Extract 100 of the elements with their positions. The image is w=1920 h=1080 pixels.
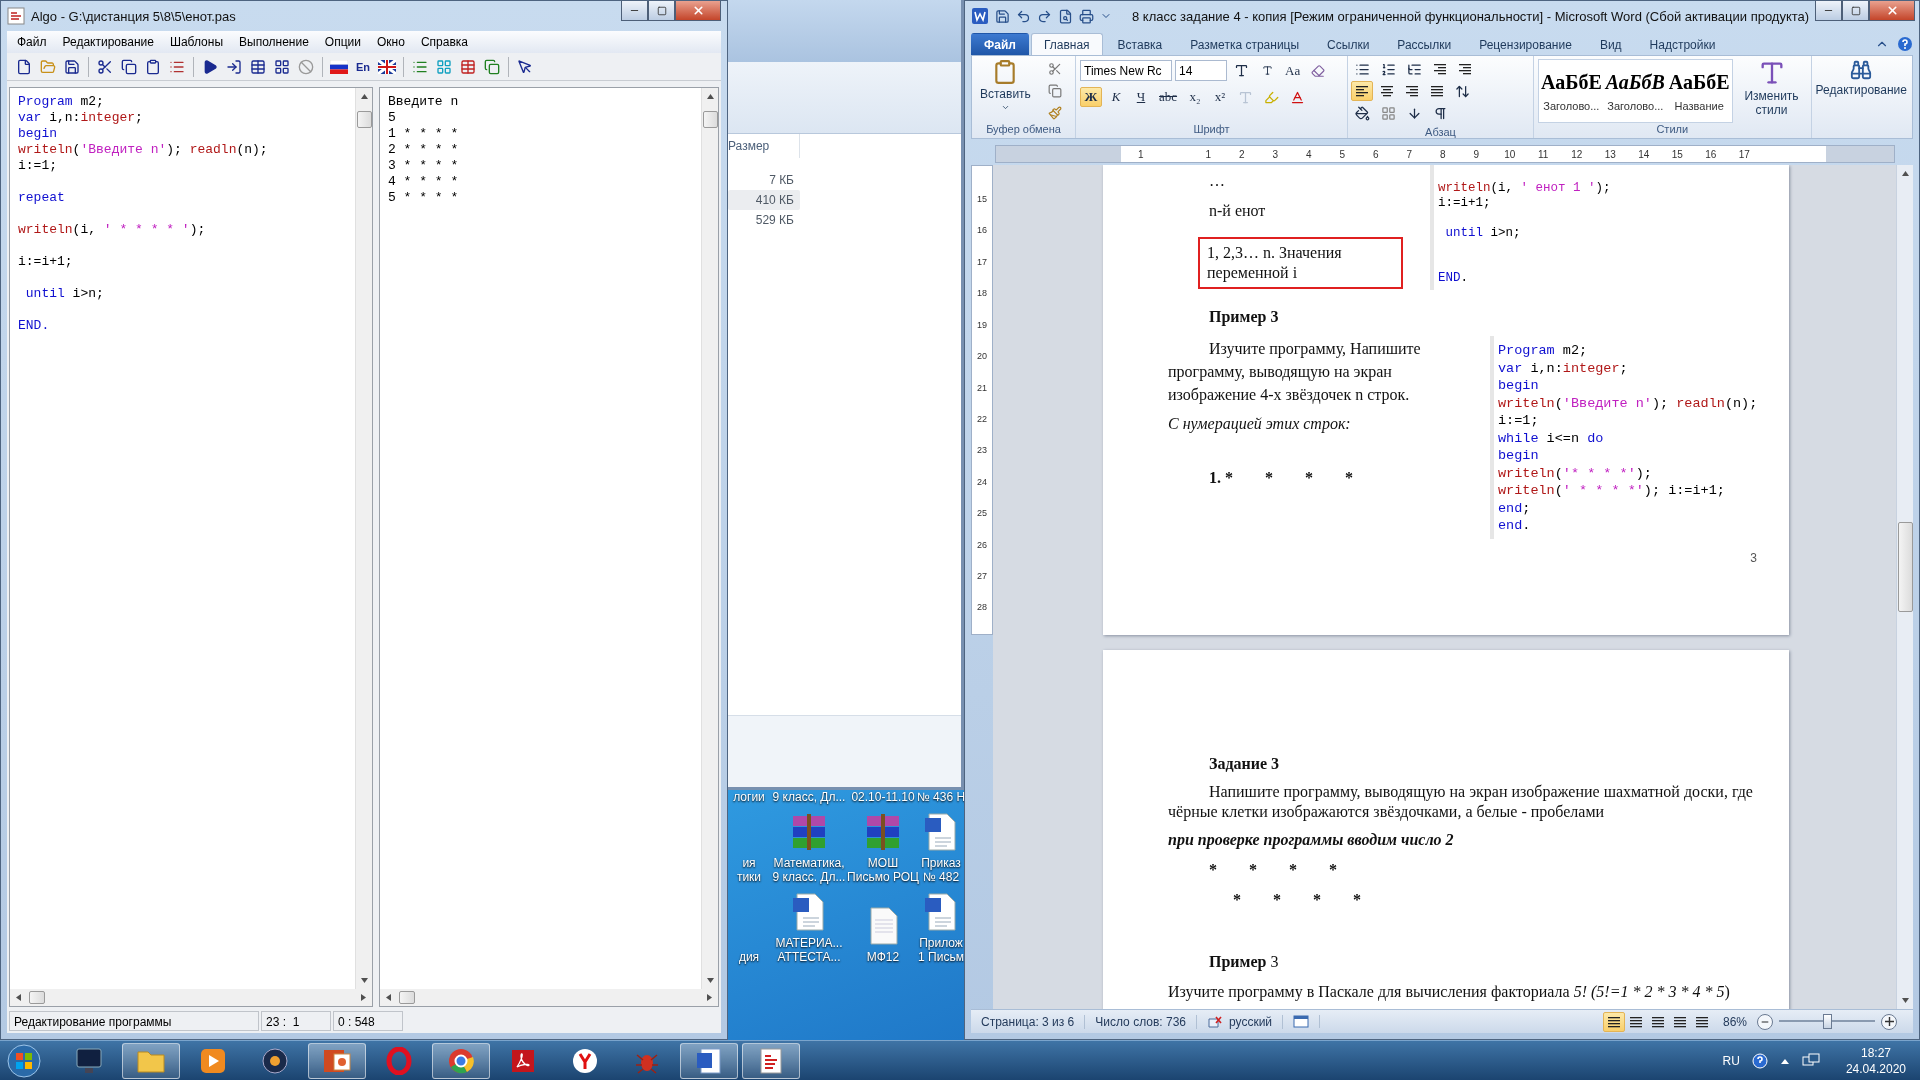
ribbon-tab[interactable]: Ссылки [1314,33,1383,55]
taskbar-button[interactable] [432,1042,490,1079]
scroll-left-icon[interactable] [14,993,23,1002]
menu-item[interactable]: Шаблоны [161,33,231,51]
menu-item[interactable]: Выполнение [231,33,317,51]
clock[interactable]: 18:27 24.04.2020 [1845,1044,1906,1077]
format-button[interactable]: Ж [1080,87,1102,107]
indent-icon [1433,63,1447,75]
scroll-right-icon[interactable] [359,993,368,1002]
menu-item[interactable]: Файл [9,33,55,51]
ribbon-tab[interactable]: Вставка [1104,33,1176,55]
font-name-field[interactable]: Times New Rc [1080,60,1172,81]
menu-item[interactable]: Редактирование [54,33,162,51]
indent-icon [1458,63,1472,75]
file-size-cell[interactable]: 7 КБ [728,170,800,190]
taskbar-button[interactable] [742,1042,800,1079]
taskbar-button[interactable] [680,1042,738,1079]
ribbon-tab[interactable]: Файл [971,33,1029,55]
desktop-icon-label[interactable]: Прилож 1 Письм [918,936,964,964]
file-size-cell[interactable]: 529 КБ [728,210,800,230]
vertical-scrollbar[interactable] [1896,165,1913,1009]
desktop-icon-label[interactable]: МФ12 [866,950,900,964]
maximize-button[interactable] [648,1,675,21]
close-button[interactable] [675,1,721,21]
menu-item[interactable]: Опции [316,33,369,51]
redo-icon[interactable] [1037,8,1052,24]
desktop-icon-label[interactable]: Приказ № 482 [921,856,961,884]
view-button[interactable] [1602,1011,1625,1032]
star-line: * * * * [1233,890,1362,910]
undo-icon[interactable] [1016,8,1031,24]
maximize-button[interactable] [1842,1,1870,21]
save-icon[interactable] [995,8,1010,24]
scroll-up-icon[interactable] [705,92,715,101]
format-button[interactable]: abc [1155,87,1182,107]
format-button[interactable]: Ч [1130,87,1152,107]
styles-gallery[interactable]: АаБбЕ Заголово... АаБбВ Заголово... АаБбЕ Название [1538,59,1733,123]
code-line: Program m2; [18,94,105,110]
ribbon-tab[interactable]: Рассылки [1384,33,1465,55]
desktop-icon-label[interactable]: Математика, 9 класс. Дл... [772,856,846,884]
ribbon-tab[interactable]: Вид [1586,33,1635,55]
close-button[interactable] [1869,1,1916,21]
zoom-in-button[interactable] [1881,1013,1897,1030]
format-button[interactable]: x₂ [1184,87,1207,107]
ribbon-tab[interactable]: Рецензирование [1466,33,1585,55]
ribbon-tab[interactable]: Главная [1030,33,1103,55]
column-header[interactable]: Размер [728,134,800,158]
desktop-icon-label[interactable]: МАТЕРИА... АТТЕСТА... [775,936,843,964]
align-button[interactable] [1351,81,1373,101]
scroll-thumb[interactable] [29,991,45,1004]
minimize-button[interactable] [621,1,648,21]
heading: Пример 3 [1209,307,1280,327]
paragraph: Напишите программу, выводящую на экран изображение шахматной доски, где чёрные клетки изображаются звёздочками, а белые - пробелами [1168,782,1754,822]
scroll-up-icon[interactable] [1900,169,1910,178]
align-icon [1430,85,1444,97]
desktop-icon-label[interactable]: дия [738,950,760,964]
scroll-right-icon[interactable] [705,993,714,1002]
help-icon[interactable] [1897,36,1913,52]
output-line: Введите n [388,94,460,110]
code-line: var i,n:integer; [18,110,144,126]
scroll-down-icon[interactable] [359,976,369,985]
change-case-button[interactable]: Aa [1281,60,1305,81]
menu-item[interactable]: Окно [369,33,413,51]
style-item[interactable]: АаБбЕ Заголово... [1539,60,1604,122]
horizontal-scrollbar[interactable] [10,989,372,1006]
minimize-button[interactable] [1815,1,1843,21]
ribbon-tab[interactable]: Разметка страницы [1177,33,1313,55]
taskbar-button[interactable] [308,1042,366,1079]
paste-button[interactable]: Вставить [976,59,1035,123]
scroll-up-icon[interactable] [359,92,369,101]
ribbon-tab[interactable]: Надстройки [1636,33,1729,55]
scroll-thumb[interactable] [702,111,718,128]
scroll-left-icon[interactable] [384,993,393,1002]
font-size-field[interactable]: 14 [1175,60,1227,81]
scroll-thumb[interactable] [399,991,415,1004]
style-item[interactable]: АаБбЕ Название [1666,60,1732,122]
scroll-down-icon[interactable] [1900,996,1910,1005]
start-button[interactable] [4,1042,44,1079]
change-styles-button[interactable]: Изменить стили [1736,59,1807,123]
desktop-icon-label[interactable]: МОШ Письмо РОЦ [847,856,919,884]
style-item[interactable]: АаБбВ Заголово... [1603,60,1667,122]
scroll-thumb[interactable] [356,111,372,128]
editing-button[interactable]: Редактирование [1815,59,1907,138]
vertical-scrollbar[interactable] [701,88,718,989]
scroll-thumb[interactable] [1897,522,1913,612]
zoom-thumb[interactable] [1823,1014,1832,1029]
document-icon [695,1046,723,1075]
menu-item[interactable]: Справка [412,33,476,51]
format-button[interactable]: К [1105,87,1127,107]
vertical-scrollbar[interactable] [355,88,372,989]
file-size-cell[interactable]: 410 КБ [728,190,800,210]
english-button[interactable]: En [352,55,374,78]
zoom-out-button[interactable] [1757,1013,1773,1030]
print-icon[interactable] [1079,8,1094,24]
format-button[interactable]: x² [1209,87,1232,107]
print-preview-icon[interactable] [1058,8,1073,24]
scroll-down-icon[interactable] [705,976,715,985]
language-indicator[interactable]: RU [1722,1053,1740,1068]
taskbar-button[interactable] [122,1042,180,1079]
horizontal-scrollbar[interactable] [380,989,718,1006]
maximize-icon [656,5,667,16]
